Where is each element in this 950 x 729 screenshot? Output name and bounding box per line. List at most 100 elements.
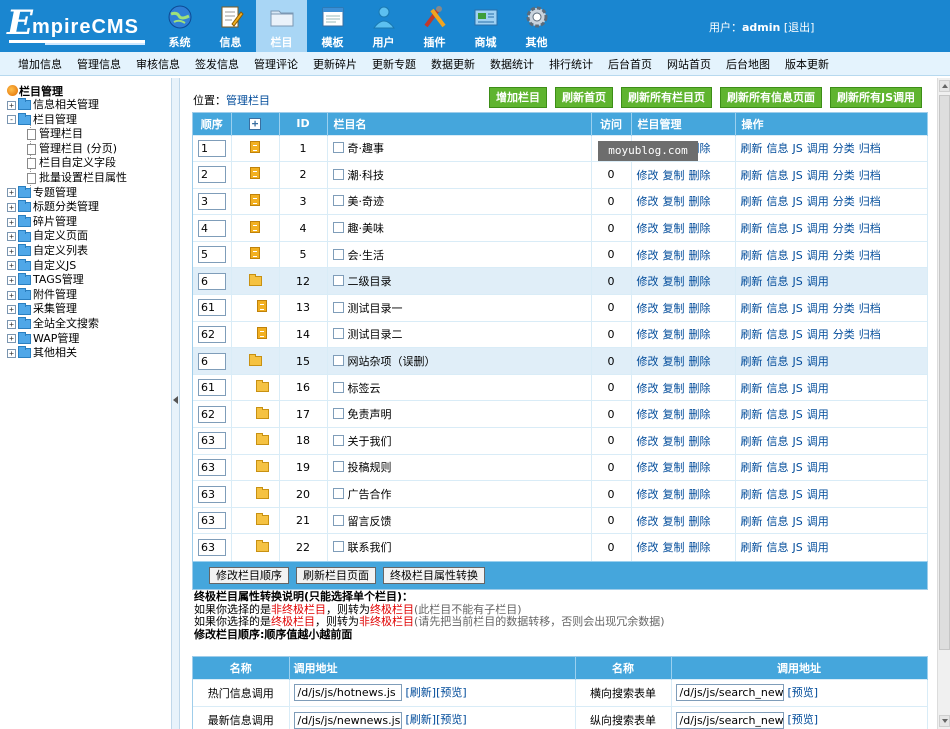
class-name-link[interactable]: 投稿规则 — [348, 461, 392, 474]
menu-link-3[interactable]: 签发信息 — [195, 56, 239, 72]
op-link-1[interactable]: 信息 — [767, 142, 789, 155]
menu-link-0[interactable]: 增加信息 — [18, 56, 62, 72]
class-name-link[interactable]: 美·奇迹 — [348, 195, 385, 208]
sidebar-collapse-handle[interactable] — [172, 78, 180, 729]
manage-link-1[interactable]: 复制 — [663, 408, 685, 421]
op-link-0[interactable]: 刷新 — [741, 222, 763, 235]
class-name-link[interactable]: 联系我们 — [348, 541, 392, 554]
manage-link-1[interactable]: 复制 — [663, 382, 685, 395]
expand-all-icon[interactable]: + — [249, 118, 261, 131]
op-link-3[interactable]: 调用 — [807, 222, 829, 235]
op-link-1[interactable]: 信息 — [767, 515, 789, 528]
js-path-input[interactable]: /d/js/js/newnews.js — [293, 711, 402, 729]
tree-node-10[interactable]: + 自定义列表 — [7, 244, 127, 259]
op-link-2[interactable]: JS — [793, 541, 803, 554]
folder-icon[interactable] — [255, 513, 269, 526]
top-button-4[interactable]: 刷新所有JS调用 — [829, 87, 922, 108]
manage-link-2[interactable]: 删除 — [689, 249, 711, 262]
menu-link-8[interactable]: 数据统计 — [490, 56, 534, 72]
js-path-input[interactable]: /d/js/js/search_news2 — [675, 711, 784, 729]
class-name-link[interactable]: 广告合作 — [348, 488, 392, 501]
logout-link[interactable]: [退出] — [784, 21, 815, 34]
folder-icon[interactable] — [248, 273, 262, 286]
op-link-0[interactable]: 刷新 — [741, 515, 763, 528]
op-link-1[interactable]: 信息 — [767, 461, 789, 474]
order-input[interactable] — [198, 272, 226, 290]
document-icon[interactable] — [250, 220, 260, 233]
op-link-3[interactable]: 调用 — [807, 408, 829, 421]
op-link-4[interactable]: 分类 — [833, 169, 855, 182]
op-link-2[interactable]: JS — [793, 382, 803, 395]
op-link-1[interactable]: 信息 — [767, 275, 789, 288]
order-input[interactable] — [198, 192, 226, 210]
folder-icon[interactable] — [255, 459, 269, 472]
tree-node-17[interactable]: + 其他相关 — [7, 346, 127, 361]
op-link-5[interactable]: 归档 — [859, 222, 881, 235]
op-link-2[interactable]: JS — [793, 328, 803, 341]
expand-toggle-icon[interactable]: + — [7, 217, 16, 227]
op-link-3[interactable]: 调用 — [807, 275, 829, 288]
manage-link-0[interactable]: 修改 — [637, 541, 659, 554]
document-icon[interactable] — [250, 167, 260, 180]
op-link-0[interactable]: 刷新 — [741, 488, 763, 501]
manage-link-0[interactable]: 修改 — [637, 195, 659, 208]
menu-link-1[interactable]: 管理信息 — [77, 56, 121, 72]
op-link-3[interactable]: 调用 — [807, 488, 829, 501]
tree-root[interactable]: 栏目管理 — [7, 83, 63, 99]
menu-link-13[interactable]: 版本更新 — [785, 56, 829, 72]
row-checkbox[interactable] — [332, 248, 344, 260]
tree-node-1[interactable]: - 栏目管理 — [7, 113, 127, 128]
js-preview-link[interactable]: [预览] — [788, 686, 819, 699]
menu-link-6[interactable]: 更新专题 — [372, 56, 416, 72]
menu-link-2[interactable]: 审核信息 — [136, 56, 180, 72]
op-link-4[interactable]: 分类 — [833, 142, 855, 155]
order-input[interactable] — [198, 246, 226, 264]
op-link-3[interactable]: 调用 — [807, 461, 829, 474]
menu-link-4[interactable]: 管理评论 — [254, 56, 298, 72]
manage-link-1[interactable]: 复制 — [663, 488, 685, 501]
expand-toggle-icon[interactable]: + — [7, 319, 16, 329]
op-link-2[interactable]: JS — [793, 435, 803, 448]
row-checkbox[interactable] — [332, 222, 344, 234]
manage-link-2[interactable]: 删除 — [689, 515, 711, 528]
js-preview-link[interactable]: [预览] — [436, 713, 467, 726]
document-icon[interactable] — [250, 193, 260, 206]
order-input[interactable] — [198, 325, 226, 343]
expand-toggle-icon[interactable]: + — [7, 100, 16, 110]
manage-link-2[interactable]: 删除 — [689, 488, 711, 501]
op-link-1[interactable]: 信息 — [767, 408, 789, 421]
manage-link-0[interactable]: 修改 — [637, 275, 659, 288]
class-name-link[interactable]: 测试目录二 — [348, 328, 403, 341]
op-link-5[interactable]: 归档 — [859, 142, 881, 155]
op-link-3[interactable]: 调用 — [807, 249, 829, 262]
scroll-down-icon[interactable] — [939, 715, 950, 727]
op-link-2[interactable]: JS — [793, 249, 803, 262]
menu-link-9[interactable]: 排行统计 — [549, 56, 593, 72]
op-link-1[interactable]: 信息 — [767, 435, 789, 448]
op-link-3[interactable]: 调用 — [807, 328, 829, 341]
order-input[interactable] — [198, 432, 226, 450]
folder-icon[interactable] — [255, 486, 269, 499]
manage-link-2[interactable]: 删除 — [689, 435, 711, 448]
order-input[interactable] — [198, 485, 226, 503]
manage-link-2[interactable]: 删除 — [689, 355, 711, 368]
manage-link-2[interactable]: 删除 — [689, 408, 711, 421]
op-link-0[interactable]: 刷新 — [741, 541, 763, 554]
class-name-link[interactable]: 二级目录 — [348, 275, 392, 288]
op-link-3[interactable]: 调用 — [807, 142, 829, 155]
expand-toggle-icon[interactable]: + — [7, 232, 16, 242]
manage-link-2[interactable]: 删除 — [689, 275, 711, 288]
folder-icon[interactable] — [255, 406, 269, 419]
manage-link-0[interactable]: 修改 — [637, 515, 659, 528]
footer-button-1[interactable]: 刷新栏目页面 — [296, 566, 376, 584]
class-name-link[interactable]: 标签云 — [348, 382, 381, 395]
op-link-3[interactable]: 调用 — [807, 169, 829, 182]
js-path-input[interactable]: /d/js/js/search_news1 — [675, 684, 784, 702]
manage-link-2[interactable]: 删除 — [689, 222, 711, 235]
tree-node-14[interactable]: + 采集管理 — [7, 302, 127, 317]
op-link-1[interactable]: 信息 — [767, 355, 789, 368]
class-name-link[interactable]: 潮·科技 — [348, 169, 385, 182]
footer-button-0[interactable]: 修改栏目顺序 — [209, 566, 289, 584]
op-link-1[interactable]: 信息 — [767, 541, 789, 554]
op-link-3[interactable]: 调用 — [807, 302, 829, 315]
